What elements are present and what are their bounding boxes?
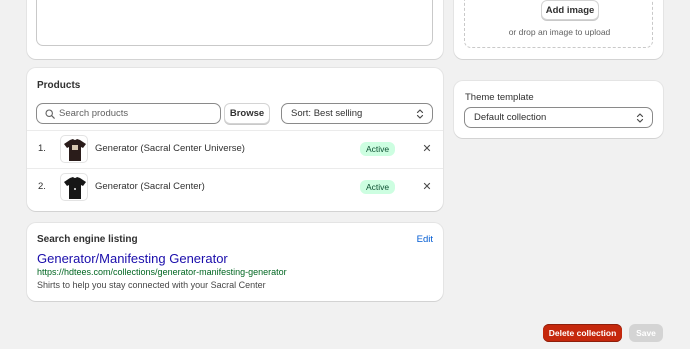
description-card — [27, 0, 443, 59]
sort-select[interactable]: Sort: Best selling — [281, 103, 433, 124]
row-number: 1. — [38, 143, 46, 154]
product-row[interactable]: 2. Generator (Sacral Center) Active ✕ — [27, 168, 443, 206]
theme-template-card: Theme template Default collection — [454, 81, 663, 138]
search-placeholder: Search products — [59, 108, 129, 119]
remove-product-button[interactable]: ✕ — [420, 141, 434, 155]
drop-hint-text: or drop an image to upload — [508, 27, 611, 37]
products-title: Products — [37, 80, 81, 91]
theme-template-label: Theme template — [465, 92, 534, 103]
status-badge: Active — [360, 180, 396, 194]
add-image-button[interactable]: Add image — [541, 0, 599, 20]
product-name[interactable]: Generator (Sacral Center Universe) — [95, 143, 245, 154]
seo-url: https://hdtees.com/collections/generator… — [37, 267, 287, 277]
select-chevron-icon — [416, 108, 424, 119]
theme-template-select[interactable]: Default collection — [464, 107, 653, 128]
search-icon — [45, 109, 55, 119]
seo-page-title: Generator/Manifesting Generator — [37, 251, 228, 266]
seo-title: Search engine listing — [37, 234, 138, 245]
image-dropzone[interactable]: Add image or drop an image to upload — [464, 0, 653, 48]
collection-image-card: Add image or drop an image to upload — [454, 0, 663, 59]
product-name[interactable]: Generator (Sacral Center) — [95, 181, 205, 192]
sort-value: Sort: Best selling — [291, 108, 363, 119]
row-number: 2. — [38, 181, 46, 192]
seo-description: Shirts to help you stay connected with y… — [37, 280, 266, 290]
tshirt-icon — [64, 177, 86, 199]
products-card: Products Search products Browse Sort: Be… — [27, 68, 443, 211]
seo-edit-link[interactable]: Edit — [417, 234, 433, 245]
search-engine-listing-card: Search engine listing Edit Generator/Man… — [27, 223, 443, 301]
remove-product-button[interactable]: ✕ — [420, 179, 434, 193]
search-products-input[interactable]: Search products — [36, 103, 221, 124]
theme-template-value: Default collection — [474, 112, 547, 123]
status-badge: Active — [360, 142, 396, 156]
tshirt-icon — [64, 139, 86, 161]
save-button[interactable]: Save — [629, 324, 663, 342]
select-chevron-icon — [636, 112, 644, 123]
delete-collection-button[interactable]: Delete collection — [543, 324, 622, 342]
browse-button[interactable]: Browse — [224, 103, 270, 124]
product-thumbnail — [60, 135, 88, 163]
product-row[interactable]: 1. Generator (Sacral Center Universe) Ac… — [27, 130, 443, 168]
description-editor[interactable] — [36, 0, 433, 46]
product-thumbnail — [60, 173, 88, 201]
